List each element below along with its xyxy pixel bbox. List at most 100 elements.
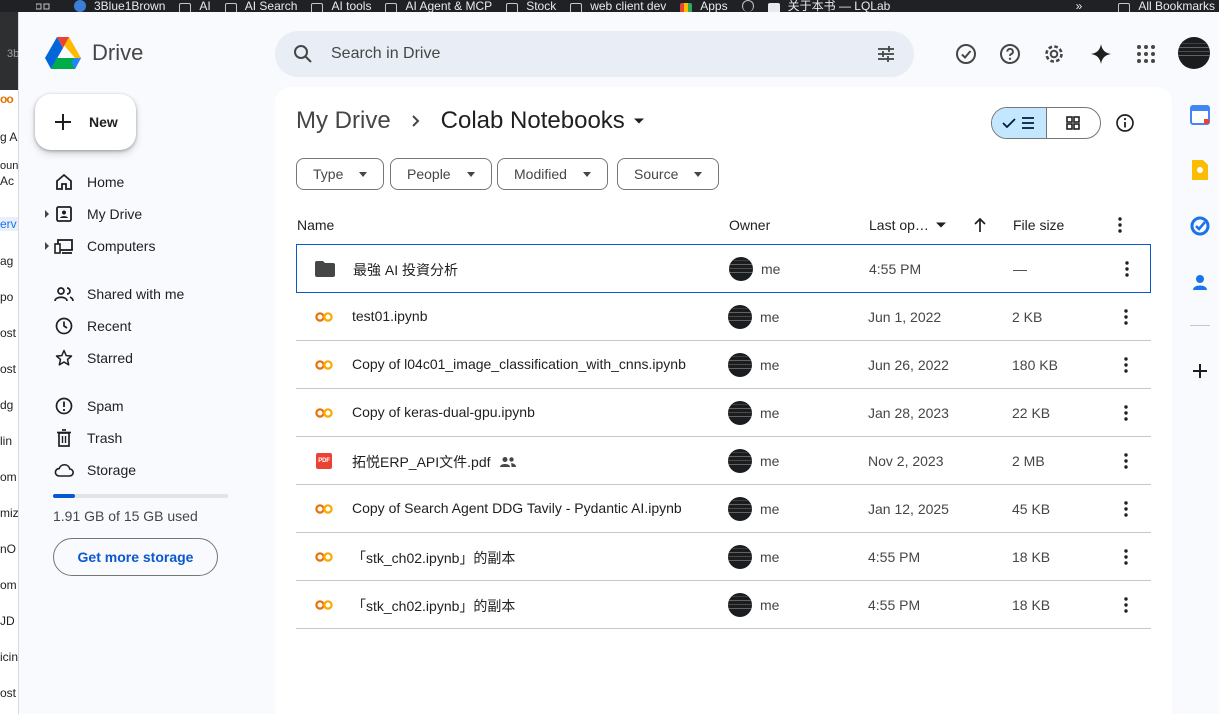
ready-for-offline-icon[interactable] [952, 40, 980, 68]
bookmark-folder[interactable]: AI [179, 0, 211, 12]
bookmark-item[interactable] [741, 0, 754, 12]
background-text: ost [0, 326, 17, 340]
column-header-last-opened[interactable]: Last op… [869, 217, 947, 233]
bookmark-label: Apps [700, 0, 728, 12]
keep-icon[interactable] [1188, 158, 1212, 182]
apps-icon [680, 3, 693, 12]
column-options-more-icon[interactable] [1118, 217, 1122, 233]
search-options-icon[interactable] [876, 44, 896, 64]
file-row[interactable]: test01.ipynb me Jun 1, 2022 2 KB [296, 293, 1151, 341]
file-row[interactable]: Copy of keras-dual-gpu.ipynb me Jan 28, 20… [296, 389, 1151, 437]
file-size: 45 KB [1012, 501, 1051, 517]
bookmark-label: AI Search [244, 0, 298, 12]
background-text: ost [0, 686, 17, 700]
filter-people[interactable]: People [390, 158, 492, 190]
storage-usage-bar [53, 494, 228, 498]
sidebar-item-home[interactable]: Home [40, 168, 124, 196]
list-layout-button[interactable] [992, 108, 1047, 138]
current-folder-name: Colab Notebooks [440, 107, 625, 134]
new-button[interactable]: New [35, 94, 136, 150]
sidebar-item-label: Storage [87, 462, 137, 478]
bookmark-label: web client dev [590, 0, 667, 12]
expand-arrow-icon[interactable] [40, 210, 54, 218]
drive-logo-icon [45, 37, 81, 69]
more-actions-icon[interactable] [1114, 545, 1138, 569]
owner-avatar [728, 545, 752, 569]
sidebar-item-computers[interactable]: Computers [40, 232, 155, 260]
sidebar-item-trash[interactable]: Trash [40, 424, 122, 452]
filter-type[interactable]: Type [296, 158, 385, 190]
bookmark-item[interactable]: 3Blue1Brown [74, 0, 165, 12]
file-name-text: Copy of l04c01_image_classification_with… [352, 356, 686, 372]
filter-modified[interactable]: Modified [497, 158, 608, 190]
file-row[interactable]: 「stk_ch02.ipynb」的副本 me 4:55 PM 18 KB [296, 533, 1151, 581]
all-bookmarks-label: All Bookmarks [1138, 0, 1215, 12]
owner-avatar [728, 497, 752, 521]
search-bar[interactable]: Search in Drive [275, 31, 914, 77]
sidebar-item-spam[interactable]: Spam [40, 392, 124, 420]
more-actions-icon[interactable] [1114, 449, 1138, 473]
bookmarks-overflow[interactable]: » All Bookmarks [1076, 0, 1219, 12]
expand-arrow-icon[interactable] [40, 242, 54, 250]
file-row[interactable]: PDF 拓悦ERP_API文件.pdf me Nov 2, 2023 2 MB [296, 437, 1151, 485]
bookmark-item[interactable]: 关于本书 — LQLab [767, 0, 890, 12]
search-input[interactable]: Search in Drive [331, 45, 876, 63]
file-name: 「stk_ch02.ipynb」的副本 [352, 596, 515, 616]
search-icon[interactable] [293, 44, 313, 64]
clock-icon [54, 316, 74, 336]
tasks-icon[interactable] [1188, 214, 1212, 238]
sidebar-item-label: Recent [87, 318, 132, 334]
column-header-name[interactable]: Name [297, 217, 334, 233]
background-window-dark: 3b [0, 12, 18, 90]
more-actions-icon[interactable] [1114, 305, 1138, 329]
bookmark-folder[interactable]: AI Agent & MCP [385, 0, 492, 12]
column-header-file-size[interactable]: File size [1013, 217, 1064, 233]
bookmark-folder[interactable]: Stock [506, 0, 556, 12]
breadcrumb-current-folder[interactable]: Colab Notebooks [441, 107, 645, 135]
drive-logo[interactable]: Drive [44, 36, 143, 70]
more-actions-icon[interactable] [1114, 497, 1138, 521]
bookmark-folder[interactable]: AI tools [311, 0, 371, 12]
bookmark-apps[interactable]: Apps [680, 0, 728, 12]
sidebar-item-shared-with-me[interactable]: Shared with me [40, 280, 184, 308]
caret-down-icon [582, 171, 591, 177]
more-actions-icon[interactable] [1114, 353, 1138, 377]
filter-source[interactable]: Source [617, 158, 720, 190]
grid-layout-button[interactable] [1047, 108, 1101, 138]
column-header-owner[interactable]: Owner [729, 217, 770, 233]
help-icon[interactable] [996, 40, 1024, 68]
bookmark-apps-grid[interactable] [36, 0, 50, 12]
file-row[interactable]: Copy of Search Agent DDG Tavily - Pydant… [296, 485, 1151, 533]
more-actions-icon[interactable] [1115, 257, 1139, 281]
contacts-icon[interactable] [1188, 270, 1212, 294]
sidebar-item-recent[interactable]: Recent [40, 312, 131, 340]
get-addons-plus-icon[interactable] [1188, 359, 1212, 383]
sidebar-item-storage[interactable]: Storage [40, 456, 136, 484]
trash-icon [54, 428, 74, 448]
details-info-icon[interactable] [1111, 109, 1139, 137]
file-row[interactable]: 「stk_ch02.ipynb」的副本 me 4:55 PM 18 KB [296, 581, 1151, 629]
more-actions-icon[interactable] [1114, 593, 1138, 617]
settings-gear-icon[interactable] [1040, 40, 1068, 68]
gemini-sparkle-icon[interactable] [1087, 40, 1115, 68]
file-row[interactable]: 最強 AI 投資分析 me 4:55 PM — [296, 244, 1151, 293]
bookmark-label: AI tools [331, 0, 372, 12]
owner-avatar [728, 401, 752, 425]
account-avatar[interactable] [1178, 37, 1210, 69]
colab-icon [314, 355, 334, 375]
sidebar-item-starred[interactable]: Starred [40, 344, 133, 372]
more-actions-icon[interactable] [1114, 401, 1138, 425]
calendar-icon[interactable] [1188, 103, 1212, 127]
main-panel: My Drive Colab Notebooks Type People Mod… [275, 87, 1172, 714]
google-apps-icon[interactable] [1132, 40, 1160, 68]
breadcrumb-my-drive[interactable]: My Drive [296, 107, 391, 135]
filter-label: Source [634, 166, 679, 182]
filter-label: Type [313, 166, 344, 182]
bookmark-folder[interactable]: AI Search [224, 0, 298, 12]
get-more-storage-button[interactable]: Get more storage [53, 538, 218, 576]
sort-direction-arrow-up-icon[interactable] [973, 217, 987, 233]
bookmark-folder[interactable]: web client dev [570, 0, 666, 12]
file-row[interactable]: Copy of l04c01_image_classification_with… [296, 341, 1151, 389]
folder-icon [385, 3, 398, 12]
sidebar-item-my-drive[interactable]: My Drive [40, 200, 142, 228]
